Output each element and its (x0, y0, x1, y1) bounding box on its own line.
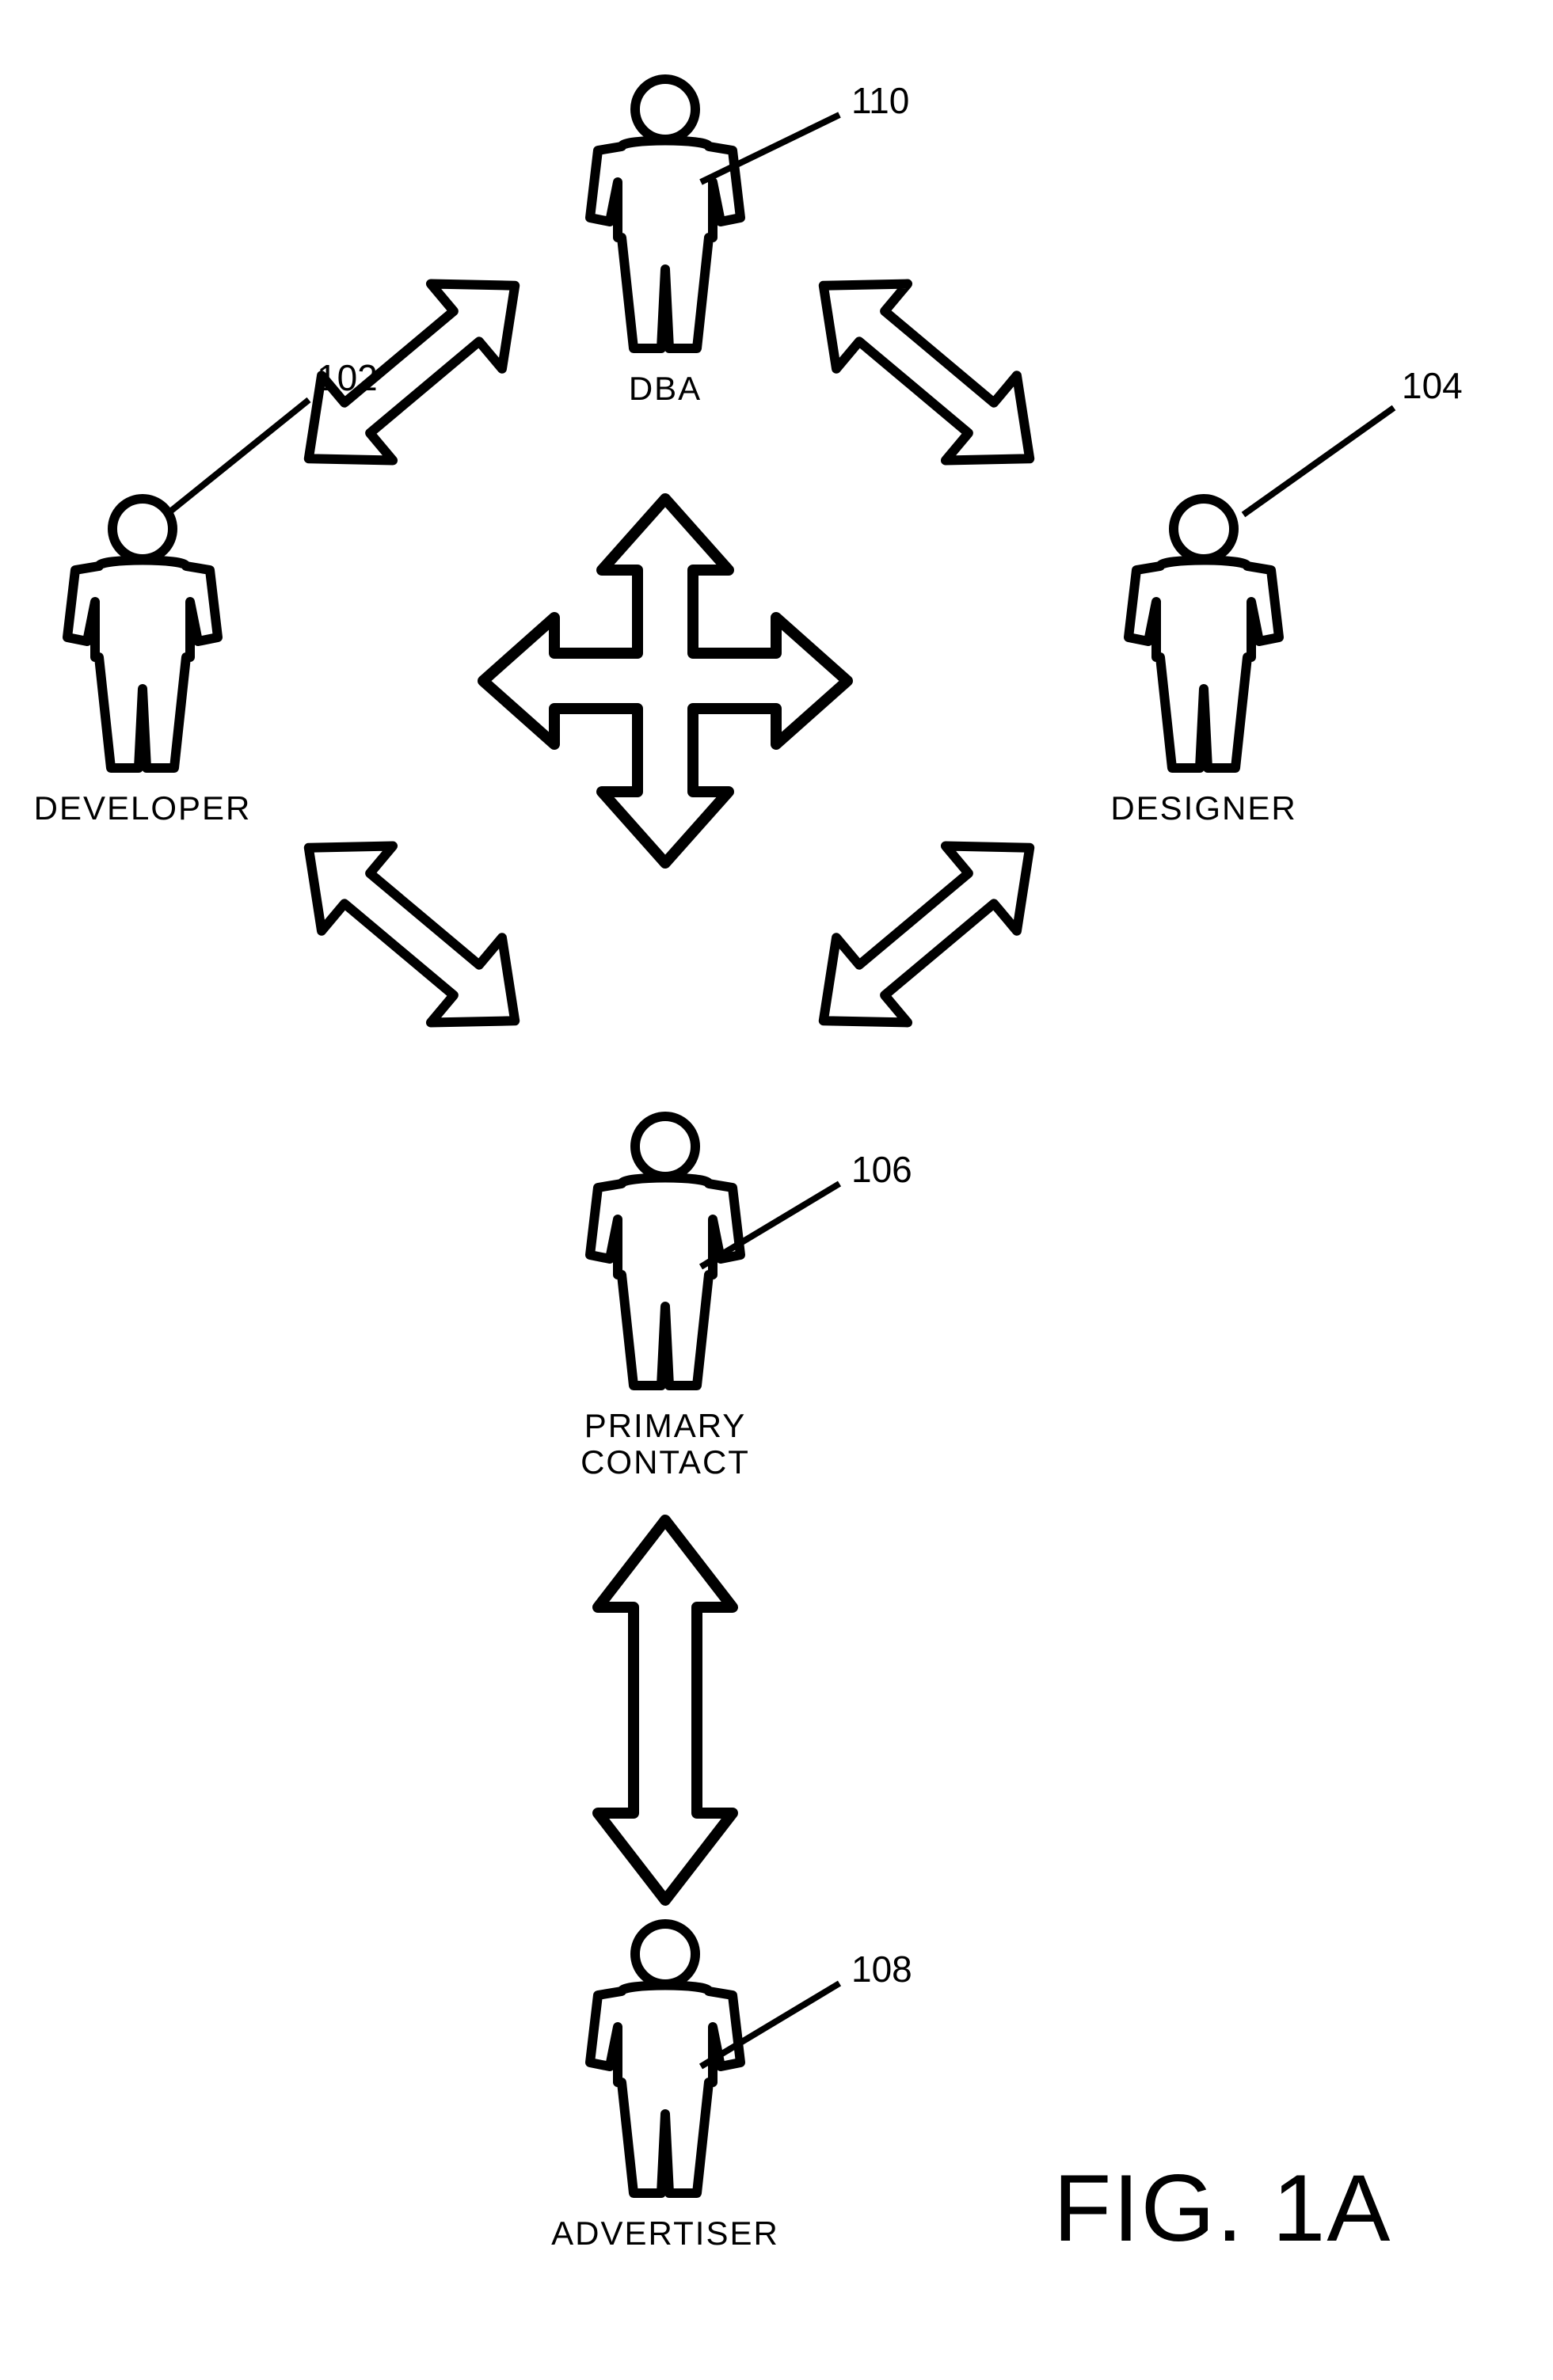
actor-advertiser-label: ADVERTISER (539, 2215, 792, 2252)
actor-dba-label: DBA (546, 371, 784, 407)
double-arrow-icon (777, 232, 1077, 512)
actor-primary-label: PRIMARY CONTACT (531, 1408, 800, 1481)
actor-designer: DESIGNER (1085, 491, 1323, 827)
actor-advertiser: ADVERTISER (539, 1916, 792, 2252)
leader-line (689, 1172, 871, 1283)
actor-designer-label: DESIGNER (1085, 790, 1323, 827)
figure-label: FIG. 1A (1053, 2154, 1391, 2263)
actor-developer: DEVELOPER (16, 491, 269, 827)
actor-developer-label: DEVELOPER (16, 790, 269, 827)
four-way-arrow-icon (475, 491, 855, 871)
person-icon (51, 491, 234, 784)
ref-104: 104 (1402, 364, 1463, 407)
leader-line (1235, 396, 1418, 523)
diagram-page: DBA 110 DEVELOPER 102 DESIGNER 104 (0, 0, 1553, 2380)
ref-108: 108 (851, 1948, 912, 1990)
double-arrow-vertical-icon (586, 1512, 744, 1908)
leader-line (689, 1971, 871, 2082)
leader-line (689, 103, 871, 198)
ref-106: 106 (851, 1148, 912, 1191)
person-icon (1113, 491, 1295, 784)
ref-110: 110 (851, 79, 909, 122)
actor-primary-contact: PRIMARY CONTACT (531, 1108, 800, 1481)
